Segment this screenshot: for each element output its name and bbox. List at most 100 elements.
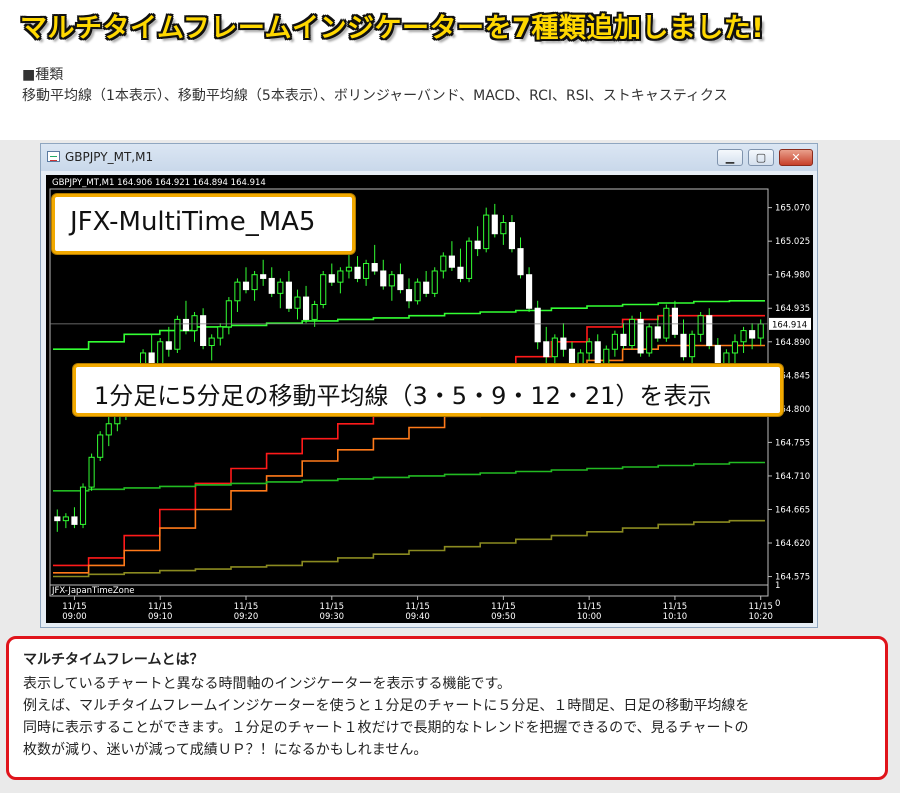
candle-body: [157, 341, 164, 365]
x-tick-date: 11/15: [62, 602, 87, 612]
candle-body: [242, 281, 250, 291]
candle-body: [225, 300, 232, 328]
y-tick-label: 164.755: [775, 438, 810, 448]
candle-body: [543, 341, 550, 358]
info-line: 枚数が減り、迷いが減って成績ＵＰ？！になるかもしれません。: [23, 742, 428, 758]
sub-tick-label: 0: [775, 599, 780, 609]
chart-app-icon: [47, 151, 60, 162]
candle-body: [474, 240, 481, 250]
candle-body: [706, 315, 713, 347]
candle-body: [620, 333, 627, 347]
candle-body: [526, 274, 533, 309]
candle-body: [388, 274, 395, 287]
candle-body: [371, 263, 378, 272]
window-titlebar[interactable]: GBPJPY_MT,M1 ▁ ▢ ✕: [41, 144, 817, 171]
x-tick-time: 09:50: [491, 612, 516, 622]
y-tick-label: 164.890: [775, 338, 810, 348]
x-tick-date: 11/15: [320, 602, 345, 612]
close-button[interactable]: ✕: [779, 149, 813, 166]
candle-body: [354, 266, 361, 279]
candle-body: [517, 248, 524, 276]
candle-body: [654, 326, 661, 339]
candle-body: [689, 333, 696, 358]
candle-body: [208, 337, 215, 347]
candle-body: [457, 266, 464, 279]
candle-body: [285, 281, 292, 309]
candle-body: [268, 277, 275, 294]
minimize-button[interactable]: ▁: [717, 149, 743, 166]
y-tick-label: 164.980: [775, 271, 810, 281]
candle-body: [465, 240, 473, 279]
y-tick-label: 164.665: [775, 505, 810, 515]
window-title: GBPJPY_MT,M1: [65, 150, 154, 164]
candle-body: [491, 214, 498, 235]
x-tick-date: 11/15: [491, 602, 516, 612]
candle-body: [54, 516, 61, 522]
info-title: マルチタイムフレームとは？: [23, 652, 204, 668]
y-tick-label: 164.935: [775, 304, 810, 314]
x-tick-time: 09:10: [148, 612, 173, 622]
candle-body: [79, 486, 87, 525]
candle-body: [594, 341, 601, 365]
candle-body: [757, 323, 764, 339]
candle-body: [731, 341, 739, 354]
candle-body: [423, 281, 430, 294]
candle-body: [628, 318, 636, 347]
candle-body: [397, 274, 404, 291]
maximize-button[interactable]: ▢: [748, 149, 774, 166]
candle-body: [165, 341, 172, 350]
indicator-description-callout: 1分足に5分足の移動平均線（3・5・9・12・21）を表示: [73, 364, 783, 416]
candle-body: [431, 270, 438, 294]
page-headline: マルチタイムフレームインジケーターを7種類追加しました!: [20, 13, 765, 44]
candle-body: [217, 326, 224, 339]
candle-body: [345, 266, 353, 272]
x-tick-time: 09:00: [62, 612, 87, 622]
info-line: 例えば、マルチタイムフレームインジケーターを使うと１分足のチャートに５分足、１時…: [23, 698, 750, 714]
candle-body: [405, 289, 413, 302]
candle-body: [740, 330, 747, 343]
candle-body: [328, 274, 335, 283]
candle-body: [663, 307, 670, 339]
candle-body: [380, 270, 387, 287]
candle-body: [551, 337, 558, 358]
candle-body: [680, 333, 687, 358]
candle-body: [97, 434, 104, 458]
candle-body: [302, 296, 310, 320]
candle-body: [182, 318, 190, 332]
candle-body: [483, 214, 490, 250]
candle-body: [414, 281, 421, 302]
candle-body: [448, 255, 455, 268]
y-tick-label: 165.025: [775, 237, 810, 247]
info-line: 同時に表示することができます。１分足のチャート１枚だけで長期的なトレンドを把握で…: [23, 720, 749, 736]
candle-body: [251, 274, 258, 291]
y-tick-label: 165.070: [775, 204, 810, 214]
x-tick-date: 11/15: [405, 602, 430, 612]
candle-body: [714, 345, 721, 365]
candle-body: [200, 315, 207, 347]
x-tick-date: 11/15: [577, 602, 602, 612]
candle-body: [311, 304, 318, 320]
candle-body: [603, 348, 610, 365]
candle-body: [500, 222, 507, 235]
info-body: 表示しているチャートと異なる時間軸のインジケーターを表示する機能です。 例えば、…: [23, 673, 871, 761]
candle-body: [363, 263, 370, 279]
candle-body: [749, 330, 756, 339]
x-tick-time: 10:20: [748, 612, 773, 622]
indicator-name-callout: JFX-MultiTime_MA5: [52, 194, 355, 254]
candle-body: [697, 315, 704, 335]
candle-body: [508, 222, 516, 250]
candle-body: [337, 270, 344, 283]
candle-body: [440, 255, 447, 272]
x-tick-time: 09:30: [320, 612, 345, 622]
candle-body: [671, 307, 679, 335]
candle-body: [71, 516, 78, 525]
candle-body: [723, 352, 730, 365]
candle-body: [320, 274, 327, 306]
symbol-header: GBPJPY_MT,M1 164.906 164.921 164.894 164…: [52, 178, 266, 188]
info-box: マルチタイムフレームとは？ 表示しているチャートと異なる時間軸のインジケーターを…: [6, 636, 888, 780]
candle-body: [62, 516, 69, 522]
x-tick-time: 09:20: [234, 612, 259, 622]
info-line: 表示しているチャートと異なる時間軸のインジケーターを表示する機能です。: [23, 676, 512, 692]
sub-tick-label: 1: [775, 581, 780, 591]
x-tick-date: 11/15: [148, 602, 173, 612]
